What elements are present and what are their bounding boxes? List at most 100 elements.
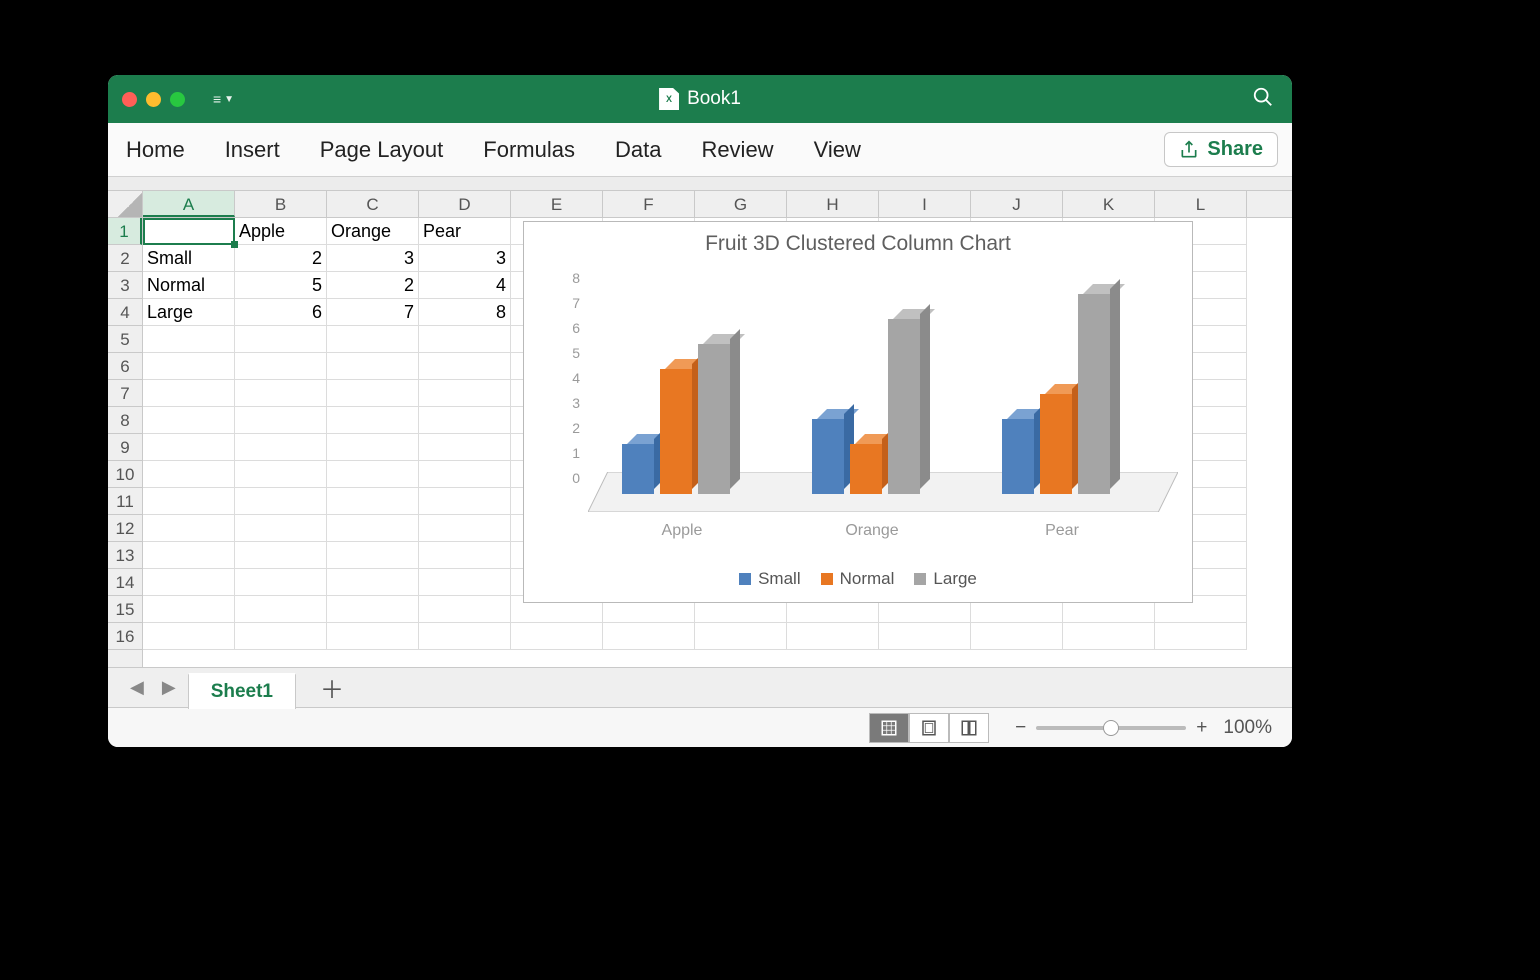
cell-D8[interactable] <box>419 407 511 434</box>
bar-Orange-Normal[interactable] <box>850 444 882 494</box>
column-header-B[interactable]: B <box>235 191 327 217</box>
zoom-in-button[interactable]: + <box>1196 717 1207 739</box>
cell-D7[interactable] <box>419 380 511 407</box>
row-header-8[interactable]: 8 <box>108 407 142 434</box>
zoom-window-button[interactable] <box>170 92 185 107</box>
view-normal-button[interactable] <box>869 713 909 743</box>
cell-D6[interactable] <box>419 353 511 380</box>
bar-Pear-Normal[interactable] <box>1040 394 1072 494</box>
cell-E16[interactable] <box>511 623 603 650</box>
tab-data[interactable]: Data <box>615 137 661 163</box>
cell-A4[interactable]: Large <box>143 299 235 326</box>
chart-object[interactable]: Fruit 3D Clustered Column Chart 01234567… <box>523 221 1193 603</box>
zoom-track[interactable] <box>1036 726 1186 730</box>
cell-C7[interactable] <box>327 380 419 407</box>
row-header-7[interactable]: 7 <box>108 380 142 407</box>
cell-B4[interactable]: 6 <box>235 299 327 326</box>
share-button[interactable]: Share <box>1164 132 1278 167</box>
cell-B1[interactable]: Apple <box>235 218 327 245</box>
cell-G16[interactable] <box>695 623 787 650</box>
column-header-C[interactable]: C <box>327 191 419 217</box>
cell-A8[interactable] <box>143 407 235 434</box>
chart-legend[interactable]: Small Normal Large <box>524 569 1192 590</box>
cell-D16[interactable] <box>419 623 511 650</box>
cell-C4[interactable]: 7 <box>327 299 419 326</box>
cell-B13[interactable] <box>235 542 327 569</box>
row-header-15[interactable]: 15 <box>108 596 142 623</box>
cell-C1[interactable]: Orange <box>327 218 419 245</box>
cell-A7[interactable] <box>143 380 235 407</box>
cell-A3[interactable]: Normal <box>143 272 235 299</box>
cell-B5[interactable] <box>235 326 327 353</box>
legend-item-Normal[interactable]: Normal <box>821 569 895 589</box>
close-window-button[interactable] <box>122 92 137 107</box>
cell-J16[interactable] <box>971 623 1063 650</box>
row-header-2[interactable]: 2 <box>108 245 142 272</box>
column-header-J[interactable]: J <box>971 191 1063 217</box>
column-header-E[interactable]: E <box>511 191 603 217</box>
column-header-G[interactable]: G <box>695 191 787 217</box>
column-header-D[interactable]: D <box>419 191 511 217</box>
row-header-12[interactable]: 12 <box>108 515 142 542</box>
cell-A5[interactable] <box>143 326 235 353</box>
bar-Pear-Large[interactable] <box>1078 294 1110 494</box>
sheet-nav-next[interactable]: ▶ <box>156 677 182 698</box>
tab-review[interactable]: Review <box>701 137 773 163</box>
cell-D2[interactable]: 3 <box>419 245 511 272</box>
zoom-level-label[interactable]: 100% <box>1223 717 1272 739</box>
chart-title[interactable]: Fruit 3D Clustered Column Chart <box>524 222 1192 256</box>
column-header-A[interactable]: A <box>143 191 235 217</box>
cell-D4[interactable]: 8 <box>419 299 511 326</box>
sheet-nav-prev[interactable]: ◀ <box>124 677 150 698</box>
cell-C8[interactable] <box>327 407 419 434</box>
row-header-13[interactable]: 13 <box>108 542 142 569</box>
cell-D13[interactable] <box>419 542 511 569</box>
add-sheet-button[interactable]: ＋ <box>302 670 362 705</box>
cell-D3[interactable]: 4 <box>419 272 511 299</box>
cell-A10[interactable] <box>143 461 235 488</box>
cell-A9[interactable] <box>143 434 235 461</box>
zoom-out-button[interactable]: − <box>1015 717 1026 739</box>
row-header-14[interactable]: 14 <box>108 569 142 596</box>
cell-C6[interactable] <box>327 353 419 380</box>
cell-B15[interactable] <box>235 596 327 623</box>
cell-A14[interactable] <box>143 569 235 596</box>
cell-B12[interactable] <box>235 515 327 542</box>
cell-A16[interactable] <box>143 623 235 650</box>
sheet-tab-active[interactable]: Sheet1 <box>188 673 296 709</box>
tab-view[interactable]: View <box>814 137 861 163</box>
cell-D1[interactable]: Pear <box>419 218 511 245</box>
cell-B7[interactable] <box>235 380 327 407</box>
cell-A13[interactable] <box>143 542 235 569</box>
column-header-L[interactable]: L <box>1155 191 1247 217</box>
view-page-layout-button[interactable] <box>909 713 949 743</box>
column-header-K[interactable]: K <box>1063 191 1155 217</box>
cell-H16[interactable] <box>787 623 879 650</box>
cell-C16[interactable] <box>327 623 419 650</box>
row-header-4[interactable]: 4 <box>108 299 142 326</box>
cell-D9[interactable] <box>419 434 511 461</box>
cell-C13[interactable] <box>327 542 419 569</box>
cell-C12[interactable] <box>327 515 419 542</box>
cell-C11[interactable] <box>327 488 419 515</box>
cell-D15[interactable] <box>419 596 511 623</box>
cell-B16[interactable] <box>235 623 327 650</box>
chart-plot-area[interactable]: 012345678AppleOrangePear <box>562 278 1178 508</box>
bar-Apple-Small[interactable] <box>622 444 654 494</box>
select-all-corner[interactable] <box>108 191 143 217</box>
cell-L16[interactable] <box>1155 623 1247 650</box>
column-header-I[interactable]: I <box>879 191 971 217</box>
tab-page-layout[interactable]: Page Layout <box>320 137 444 163</box>
cell-A1[interactable] <box>143 218 235 245</box>
zoom-thumb[interactable] <box>1103 720 1119 736</box>
legend-item-Large[interactable]: Large <box>914 569 976 589</box>
cell-C3[interactable]: 2 <box>327 272 419 299</box>
bar-Orange-Large[interactable] <box>888 319 920 494</box>
cell-B14[interactable] <box>235 569 327 596</box>
cell-D11[interactable] <box>419 488 511 515</box>
cell-F16[interactable] <box>603 623 695 650</box>
row-header-5[interactable]: 5 <box>108 326 142 353</box>
legend-item-Small[interactable]: Small <box>739 569 801 589</box>
bar-Apple-Large[interactable] <box>698 344 730 494</box>
bar-Orange-Small[interactable] <box>812 419 844 494</box>
